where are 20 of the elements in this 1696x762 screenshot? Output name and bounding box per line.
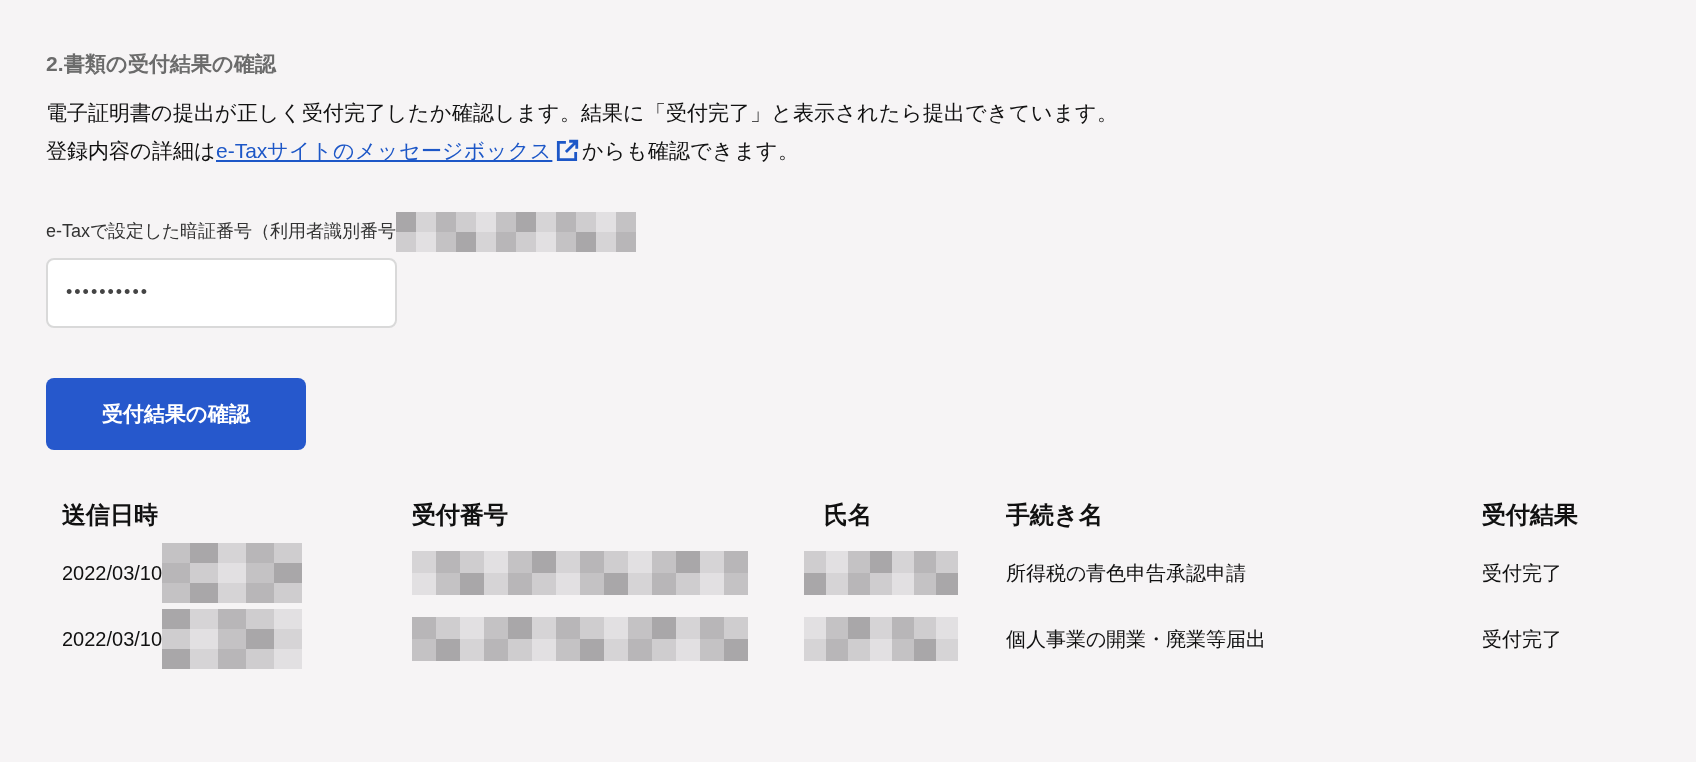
table-cell-text: 2022/03/10 [62, 626, 163, 652]
table-cell-text: 所得税の青色申告承認申請 [1006, 560, 1246, 586]
column-header: 氏名 [824, 499, 872, 530]
description-text: 電子証明書の提出が正しく受付完了したか確認します。結果に「受付完了」と表示されたら提出できています。 [46, 99, 1118, 126]
pin-field-label: e-Taxで設定した暗証番号（利用者識別番号 [46, 220, 396, 243]
table-cell-text: 受付完了 [1482, 626, 1562, 652]
table-cell-text: 2022/03/10 [62, 560, 163, 586]
column-header: 受付番号 [412, 499, 508, 530]
message-box-link[interactable]: e-Taxサイトのメッセージボックス [216, 131, 553, 170]
description-text: からも確認できます。 [582, 137, 800, 164]
section-heading: 2.書類の受付結果の確認 [46, 51, 276, 77]
table-cell-text: 受付完了 [1482, 560, 1562, 586]
column-header: 送信日時 [62, 499, 158, 530]
column-header: 手続き名 [1006, 499, 1103, 530]
pin-input-field[interactable]: •••••••••• [46, 257, 397, 328]
external-link-icon [554, 137, 581, 164]
table-cell-text: 個人事業の開業・廃業等届出 [1006, 626, 1266, 652]
check-result-button[interactable]: 受付結果の確認 [46, 377, 306, 450]
description-text: 登録内容の詳細は [46, 137, 216, 164]
column-header: 受付結果 [1482, 499, 1578, 530]
